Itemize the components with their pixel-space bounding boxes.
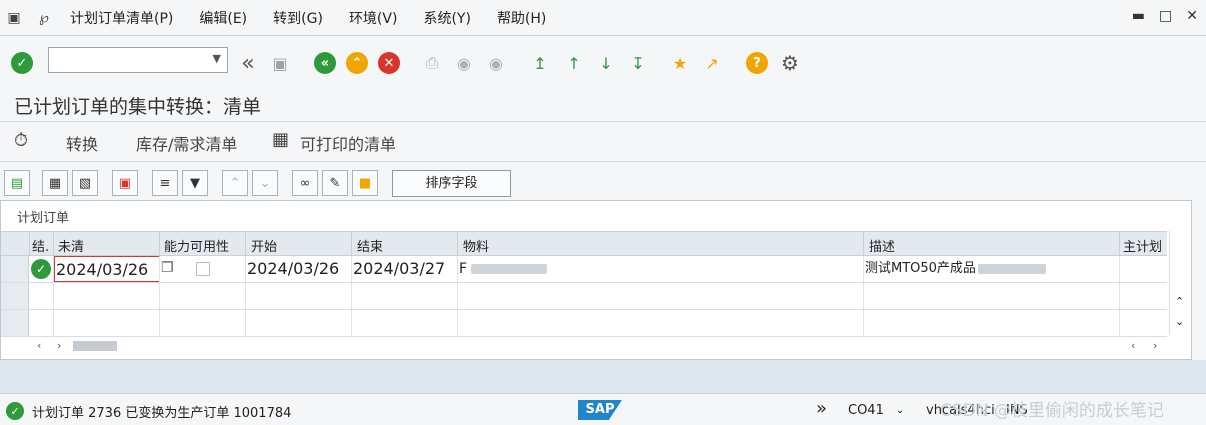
table-row[interactable]: [1, 310, 1167, 337]
note-icon[interactable]: ■: [352, 170, 378, 196]
delete-filter-icon[interactable]: ▣: [112, 170, 138, 196]
menu-system[interactable]: 系统(Y): [423, 8, 470, 28]
col-header-start[interactable]: 开始: [251, 236, 277, 255]
maximize-icon[interactable]: □: [1159, 8, 1172, 24]
row-selector[interactable]: [1, 256, 29, 282]
save-icon[interactable]: ▣: [268, 51, 292, 75]
alv-area: ▤ ▦ ▧ ▣ ≡ ▼ ⌃ ⌄ ∞ ✎ ■ 排序字段 计划订单 结. 未清 能力…: [0, 162, 1206, 360]
minimize-icon[interactable]: ▬: [1132, 8, 1145, 24]
printable-list-icon[interactable]: ▦: [272, 129, 289, 150]
col-header-end[interactable]: 结束: [357, 236, 383, 255]
previous-page-icon[interactable]: ↑: [562, 51, 586, 75]
filter-icon[interactable]: ▼: [182, 170, 208, 196]
scroll-left-icon[interactable]: ‹: [37, 339, 41, 352]
grid-header: 结. 未清 能力可用性 开始 结束 物料 描述 主计划 ▦: [1, 231, 1184, 256]
grid-title: 计划订单: [17, 211, 70, 226]
col-header-open[interactable]: 未清: [58, 236, 84, 255]
horizontal-scrollbar[interactable]: ‹ › ‹ ›: [29, 337, 1165, 355]
printable-list-button[interactable]: 可打印的清单: [300, 131, 396, 155]
application-toolbar: ⏱ 转换 库存/需求清单 ▦ 可打印的清单: [0, 122, 1206, 162]
menu-environment[interactable]: 环境(V): [349, 8, 398, 28]
vertical-scrollbar[interactable]: ⌃ ⌄: [1169, 231, 1191, 335]
alv-grid: 计划订单 结. 未清 能力可用性 开始 结束 物料 描述 主计划 ▦ ✓ 202…: [0, 200, 1192, 360]
gear-icon[interactable]: ⚙: [778, 51, 802, 75]
double-chevron-right-icon[interactable]: »: [816, 398, 827, 419]
menu-planned-order-list[interactable]: 计划订单清单(P): [70, 8, 173, 28]
enter-icon[interactable]: ✓: [11, 52, 33, 74]
scroll-right-icon[interactable]: ›: [57, 339, 61, 352]
col-header-capacity[interactable]: 能力可用性: [164, 236, 229, 255]
find-icon[interactable]: ◉: [452, 51, 476, 75]
row-selector[interactable]: [1, 283, 29, 309]
shortcut-icon[interactable]: ↗: [700, 51, 724, 75]
find-next-icon[interactable]: ◉: [484, 51, 508, 75]
collapse-icon[interactable]: ⌃: [222, 170, 248, 196]
close-icon[interactable]: ✕: [1186, 8, 1198, 24]
menu-toggle-icon[interactable]: ▣: [4, 8, 24, 28]
transaction-code: CO41: [848, 403, 884, 418]
page-title: 已计划订单的集中转换：清单: [14, 96, 262, 118]
menu-edit[interactable]: 编辑(E): [199, 8, 247, 28]
menu-help[interactable]: 帮助(H): [497, 8, 546, 28]
chevron-down-icon[interactable]: ▼: [213, 52, 221, 65]
table-row[interactable]: ✓ 2024/03/26 ❐ 2024/03/26 2024/03/27 F 测…: [1, 256, 1167, 283]
exit-icon[interactable]: ⌃: [346, 52, 368, 74]
help-icon[interactable]: ?: [746, 52, 768, 74]
success-icon: ✓: [6, 402, 24, 420]
cancel-icon[interactable]: ✕: [378, 52, 400, 74]
first-page-icon[interactable]: ↥: [528, 51, 552, 75]
col-header-material[interactable]: 物料: [463, 236, 489, 255]
menu-goto[interactable]: 转到(G): [273, 8, 323, 28]
sort-ascending-icon[interactable]: ≡: [152, 170, 178, 196]
stock-requirements-list-button[interactable]: 库存/需求清单: [136, 131, 237, 155]
customize-icon[interactable]: ℘: [34, 8, 54, 28]
cell-material[interactable]: F: [459, 256, 548, 282]
scroll-down-icon[interactable]: ⌄: [1175, 315, 1184, 328]
status-bar: ✓ 计划订单 2736 已变换为生产订单 1001784 SAP » CO41 …: [0, 393, 1206, 425]
system-dropdown-icon[interactable]: ⌄: [896, 405, 904, 416]
back-icon[interactable]: «: [314, 52, 336, 74]
menu-bar: ▣ ℘ 计划订单清单(P) 编辑(E) 转到(G) 环境(V) 系统(Y) 帮助…: [0, 0, 1206, 36]
row-selector[interactable]: [1, 310, 29, 336]
scroll-right-end-icon[interactable]: ›: [1153, 339, 1157, 352]
title-bar: 已计划订单的集中转换：清单: [0, 88, 1206, 122]
alv-toolbar: ▤ ▦ ▧ ▣ ≡ ▼ ⌃ ⌄ ∞ ✎ ■ 排序字段: [0, 170, 1206, 198]
col-header-description[interactable]: 描述: [869, 236, 895, 255]
last-page-icon[interactable]: ↧: [626, 51, 650, 75]
sap-logo: SAP: [578, 400, 622, 420]
refresh-clock-icon[interactable]: ⏱: [14, 130, 28, 151]
cell-end[interactable]: 2024/03/27: [353, 256, 445, 282]
col-header-mrp-controller[interactable]: 主计划: [1123, 236, 1162, 255]
command-field[interactable]: ▼: [48, 47, 228, 73]
print-icon[interactable]: ⎙: [420, 51, 444, 75]
pencil-icon[interactable]: ✎: [322, 170, 348, 196]
sort-fields-button[interactable]: 排序字段: [392, 170, 511, 197]
deselect-all-icon[interactable]: ▧: [72, 170, 98, 196]
scroll-up-icon[interactable]: ⌃: [1175, 295, 1184, 308]
convert-button[interactable]: 转换: [66, 131, 98, 155]
copy-icon[interactable]: ❐: [161, 260, 174, 276]
cell-open[interactable]: 2024/03/26: [54, 256, 160, 282]
new-session-icon[interactable]: ★: [668, 51, 692, 75]
cell-description[interactable]: 测试MTO50产成品: [865, 256, 1046, 282]
scroll-thumb[interactable]: [73, 341, 117, 351]
cell-start[interactable]: 2024/03/26: [247, 256, 339, 282]
col-header-status[interactable]: 结.: [32, 236, 49, 255]
double-chevron-left-icon[interactable]: «: [236, 51, 260, 76]
next-page-icon[interactable]: ↓: [594, 51, 618, 75]
capacity-checkbox[interactable]: [196, 262, 210, 276]
scroll-left-end-icon[interactable]: ‹: [1131, 339, 1135, 352]
expand-icon[interactable]: ⌄: [252, 170, 278, 196]
standard-toolbar: ✓ ▼ « ▣ « ⌃ ✕ ⎙ ◉ ◉ ↥ ↑ ↓ ↧ ★ ↗ ? ⚙: [0, 36, 1206, 88]
glasses-icon[interactable]: ∞: [292, 170, 318, 196]
status-message: 计划订单 2736 已变换为生产订单 1001784: [32, 406, 292, 421]
detail-icon[interactable]: ▤: [4, 170, 30, 196]
select-all-icon[interactable]: ▦: [42, 170, 68, 196]
table-row[interactable]: [1, 283, 1167, 310]
done-status-icon: ✓: [31, 259, 51, 279]
watermark: CSDN @枝里偷闲的成长笔记: [940, 401, 1164, 421]
